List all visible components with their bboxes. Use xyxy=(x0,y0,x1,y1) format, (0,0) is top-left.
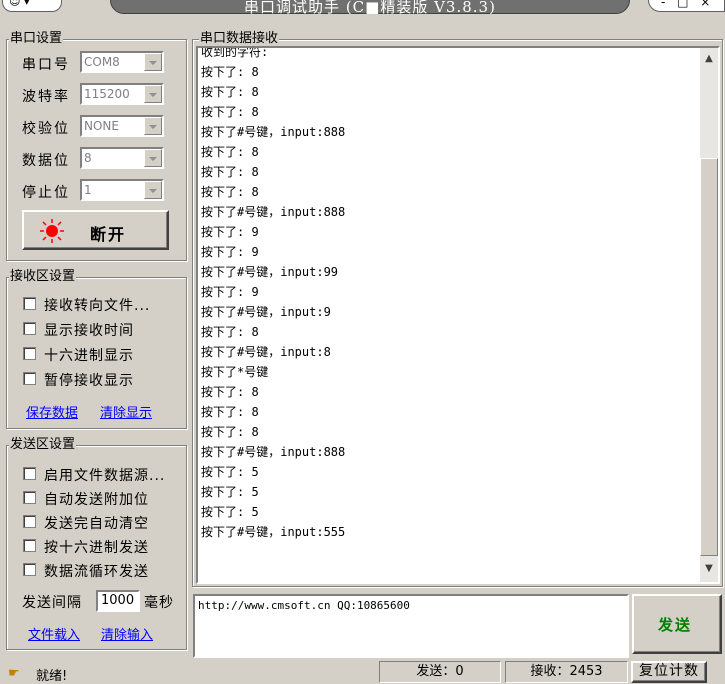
send-button[interactable]: 发送 xyxy=(632,594,722,654)
receive-line: 按下了#号键，input:888 xyxy=(201,125,346,139)
recv-option-label: 暂停接收显示 xyxy=(44,373,134,389)
send-textarea[interactable]: http://www.cmsoft.cn QQ:10865600 xyxy=(193,594,629,658)
send-option-checkbox[interactable] xyxy=(23,539,36,552)
receive-line: 按下了: 9 xyxy=(201,225,259,239)
receive-line: 按下了#号键，input:9 xyxy=(201,305,331,319)
window-title: 串口调试助手 (C■精装版 V3.8.3) xyxy=(244,0,496,16)
receive-line: 按下了: 5 xyxy=(201,505,259,519)
system-menu-button[interactable]: ☺ ▾ xyxy=(2,0,62,12)
status-ready: 就绪! xyxy=(36,669,68,684)
load-file-link[interactable]: 文件载入 xyxy=(28,624,80,643)
receive-line: 按下了: 8 xyxy=(201,85,259,99)
receive-line: 按下了#号键，input:888 xyxy=(201,205,346,219)
send-option-checkbox[interactable] xyxy=(23,491,36,504)
recv-option-checkbox[interactable] xyxy=(23,372,36,385)
receive-line: 按下了: 5 xyxy=(201,485,259,499)
send-option-checkbox[interactable] xyxy=(23,515,36,528)
chevron-down-icon[interactable] xyxy=(144,85,162,103)
stopbits-label: 停止位 xyxy=(22,185,70,201)
window-controls[interactable]: - □ × xyxy=(648,0,725,12)
scrollbar-thumb[interactable] xyxy=(700,158,718,556)
send-text: http://www.cmsoft.cn QQ:10865600 xyxy=(198,599,410,612)
parity-select[interactable]: NONE xyxy=(80,115,164,137)
receive-line: 按下了: 8 xyxy=(201,105,259,119)
sent-counter: 发送：0 xyxy=(379,661,501,683)
receive-lines: 收到的字符: 按下了: 8 按下了: 8 按下了: 8 按下了#号键，input:888… xyxy=(201,46,346,542)
receive-scrollbar[interactable]: ▲ ▼ xyxy=(700,48,718,582)
chevron-down-icon[interactable] xyxy=(144,181,162,199)
chevron-down-icon[interactable] xyxy=(144,53,162,71)
received-counter: 接收：2453 xyxy=(505,661,628,683)
databits-label: 数据位 xyxy=(22,153,70,169)
receive-line: 按下了: 8 xyxy=(201,65,259,79)
receive-line: 按下了: 8 xyxy=(201,325,259,339)
receive-line: 按下了: 5 xyxy=(201,465,259,479)
send-settings-legend: 发送区设置 xyxy=(9,437,77,453)
receive-line: 按下了: 8 xyxy=(201,425,259,439)
open-close-button[interactable]: 断开 xyxy=(22,210,169,250)
databits-value: 8 xyxy=(84,151,92,165)
baud-label: 波特率 xyxy=(22,89,70,105)
receive-legend: 串口数据接收 xyxy=(199,31,280,47)
recv-option-checkbox[interactable] xyxy=(23,347,36,360)
receive-line: 按下了: 8 xyxy=(201,145,259,159)
parity-label: 校验位 xyxy=(22,121,70,137)
receive-line: 按下了#号键，input:99 xyxy=(201,265,339,279)
port-label: 串口号 xyxy=(22,57,70,73)
clear-input-link[interactable]: 清除输入 xyxy=(101,624,153,643)
send-option-checkbox[interactable] xyxy=(23,563,36,576)
serial-settings-legend: 串口设置 xyxy=(9,31,64,47)
baud-value: 115200 xyxy=(84,87,130,101)
stopbits-select[interactable]: 1 xyxy=(80,179,164,201)
recv-option-label: 显示接收时间 xyxy=(44,323,134,339)
title-bar: ☺ ▾ 串口调试助手 (C■精装版 V3.8.3) - □ × xyxy=(0,0,725,16)
send-option-label: 启用文件数据源... xyxy=(44,468,166,484)
receive-line: 按下了: 8 xyxy=(201,385,259,399)
send-option-label: 按十六进制发送 xyxy=(44,540,149,556)
status-led-icon xyxy=(40,219,64,243)
save-data-link[interactable]: 保存数据 xyxy=(26,402,78,421)
baud-select[interactable]: 115200 xyxy=(80,83,164,105)
databits-select[interactable]: 8 xyxy=(80,147,164,169)
clear-display-link[interactable]: 清除显示 xyxy=(100,402,152,421)
recv-option-label: 接收转向文件... xyxy=(44,298,151,314)
port-select[interactable]: COM8 xyxy=(80,51,164,73)
reset-count-button[interactable]: 复位计数 xyxy=(631,661,707,683)
send-button-label: 发送 xyxy=(658,616,693,634)
receive-line: 按下了: 8 xyxy=(201,185,259,199)
receive-line: 按下了*号键 xyxy=(201,365,269,379)
ready-icon: ☛ xyxy=(8,666,20,681)
receive-line: 按下了: 8 xyxy=(201,165,259,179)
receive-line: 按下了#号键，input:888 xyxy=(201,445,346,459)
receive-line: 按下了#号键，input:555 xyxy=(201,525,346,539)
send-option-label: 自动发送附加位 xyxy=(44,492,149,508)
receive-line: 按下了: 8 xyxy=(201,405,259,419)
parity-value: NONE xyxy=(84,119,119,133)
send-option-label: 数据流循环发送 xyxy=(44,564,149,580)
port-value: COM8 xyxy=(84,55,120,69)
send-interval-unit: 毫秒 xyxy=(144,595,174,611)
send-option-label: 发送完自动清空 xyxy=(44,516,149,532)
send-option-checkbox[interactable] xyxy=(23,467,36,480)
send-interval-label: 发送间隔 xyxy=(22,595,82,611)
recv-option-checkbox[interactable] xyxy=(23,297,36,310)
stopbits-value: 1 xyxy=(84,183,92,197)
chevron-down-icon[interactable] xyxy=(144,117,162,135)
scroll-down-icon[interactable]: ▼ xyxy=(700,560,718,578)
receive-line: 收到的字符: xyxy=(201,46,269,59)
receive-textarea[interactable]: 收到的字符: 按下了: 8 按下了: 8 按下了: 8 按下了#号键，input:888… xyxy=(196,46,720,584)
scroll-up-icon[interactable]: ▲ xyxy=(700,50,718,68)
recv-settings-legend: 接收区设置 xyxy=(9,269,77,285)
recv-option-label: 十六进制显示 xyxy=(44,348,134,364)
receive-line: 按下了#号键，input:8 xyxy=(201,345,331,359)
send-interval-input[interactable]: 1000 xyxy=(96,590,140,612)
open-close-label: 断开 xyxy=(90,225,127,244)
recv-option-checkbox[interactable] xyxy=(23,322,36,335)
receive-line: 按下了: 9 xyxy=(201,285,259,299)
receive-line: 按下了: 9 xyxy=(201,245,259,259)
chevron-down-icon[interactable] xyxy=(144,149,162,167)
